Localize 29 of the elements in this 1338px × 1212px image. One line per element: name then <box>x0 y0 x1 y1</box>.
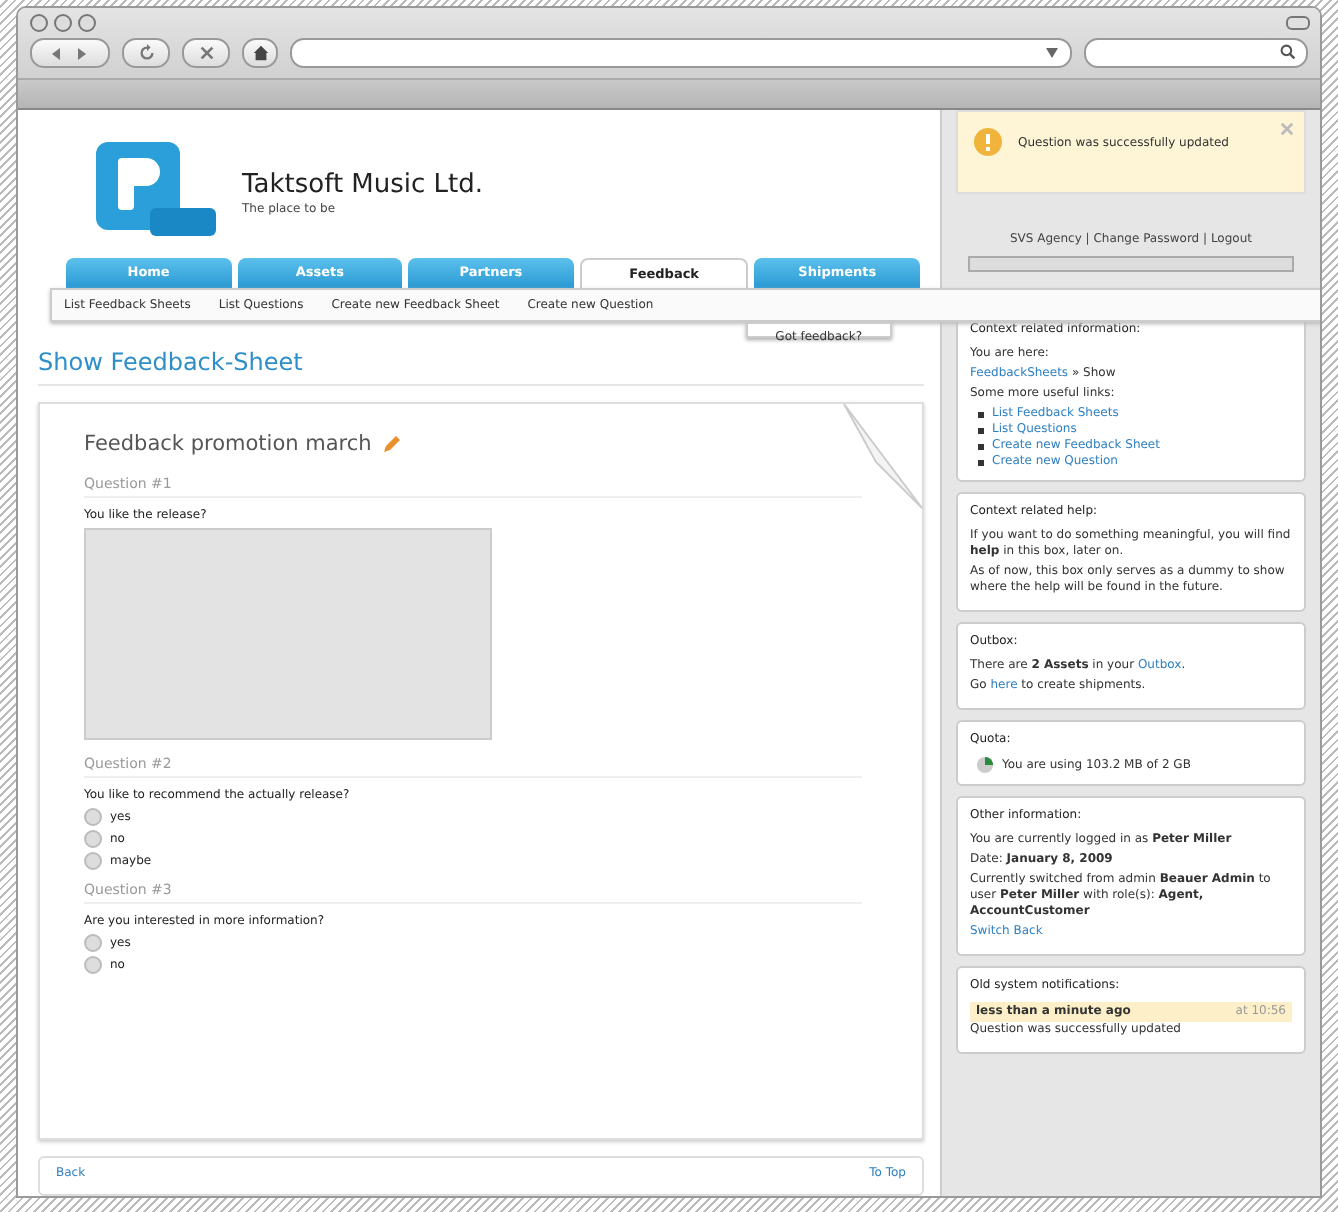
sheet-title: Feedback promotion march <box>84 432 372 456</box>
pencil-icon[interactable] <box>381 434 402 454</box>
toolbar-toggle-icon[interactable] <box>1286 16 1310 30</box>
warning-icon <box>974 128 1002 156</box>
company-name: Taktsoft Music Ltd. <box>242 169 484 199</box>
bullet-icon <box>978 411 984 417</box>
address-field[interactable] <box>290 38 1072 68</box>
search-field[interactable] <box>1084 38 1308 68</box>
close-window-icon[interactable] <box>30 14 48 32</box>
radio-button[interactable] <box>84 934 102 952</box>
zoom-window-icon[interactable] <box>78 14 96 32</box>
page-title: Show Feedback-Sheet <box>38 348 924 386</box>
search-icon[interactable] <box>1280 44 1296 60</box>
stop-icon[interactable] <box>182 38 230 68</box>
reload-icon[interactable] <box>122 38 170 68</box>
radio-button[interactable] <box>84 852 102 870</box>
home-icon[interactable] <box>242 38 278 68</box>
back-forward-button[interactable] <box>30 38 110 68</box>
radio-button[interactable] <box>84 830 102 848</box>
caret-icon[interactable] <box>1046 48 1058 58</box>
pie-chart-icon <box>976 756 994 774</box>
bullet-icon <box>978 427 984 433</box>
status-field[interactable] <box>968 256 1294 272</box>
bullet-icon <box>978 459 984 465</box>
close-icon[interactable] <box>1280 122 1294 136</box>
bullet-icon <box>978 443 984 449</box>
radio-button[interactable] <box>84 956 102 974</box>
minimize-window-icon[interactable] <box>54 14 72 32</box>
radio-button[interactable] <box>84 808 102 826</box>
